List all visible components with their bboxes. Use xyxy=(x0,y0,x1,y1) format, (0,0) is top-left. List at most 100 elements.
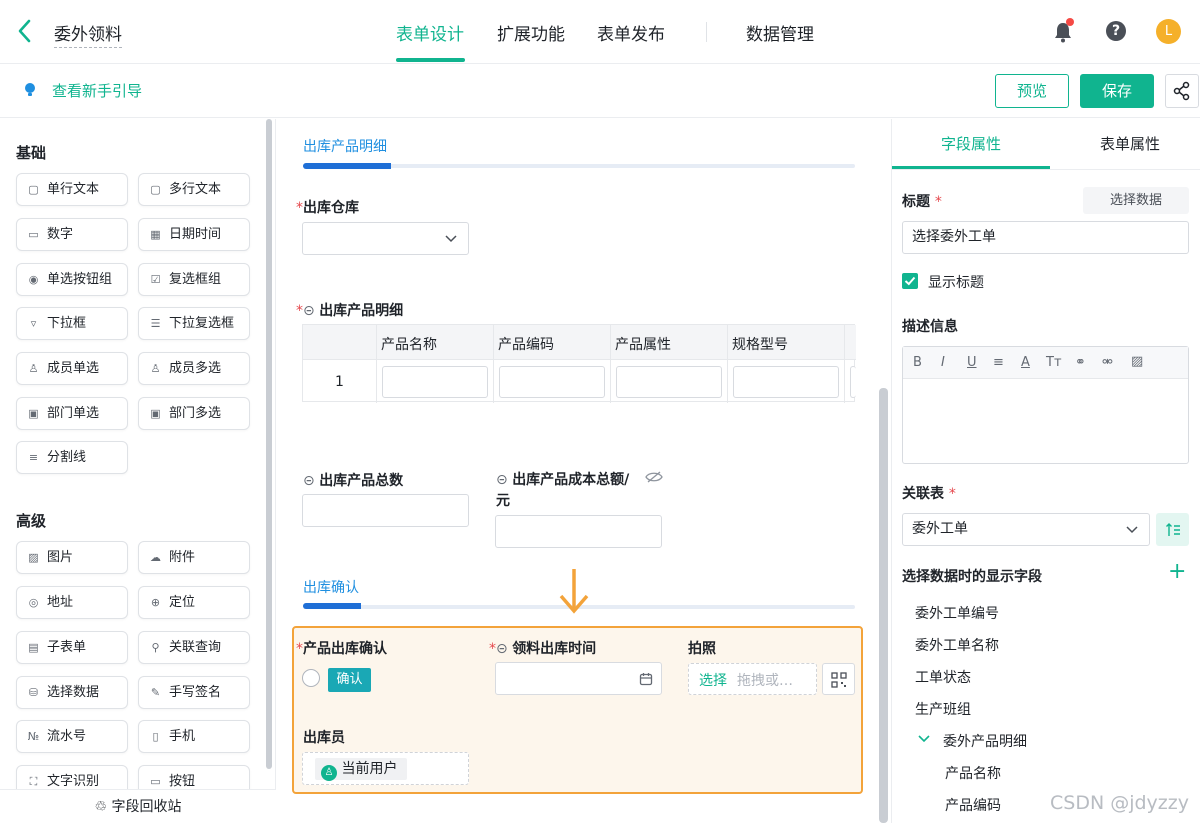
sort-fields-button[interactable] xyxy=(1156,513,1189,546)
control-member-multi[interactable]: ♙ 成员多选 xyxy=(138,352,250,385)
total-qty-input[interactable] xyxy=(302,494,469,527)
display-subfield-item[interactable]: 产品名称 xyxy=(945,763,1001,783)
field-label-total-cost[interactable]: ⊝ 出库产品成本总额/元 xyxy=(496,470,631,512)
photo-upload-zone[interactable]: 选择 拖拽或… xyxy=(688,663,817,695)
app-name[interactable]: 委外领料 xyxy=(54,20,122,48)
control-address[interactable]: ◎ 地址 xyxy=(16,586,128,619)
tab-form-publish[interactable]: 表单发布 xyxy=(597,20,665,45)
field-recycle-bin-button[interactable]: ♲ 字段回收站 xyxy=(0,789,276,823)
display-subfield-item[interactable]: 产品编码 xyxy=(945,795,1001,815)
control-dropdown-multi[interactable]: ☰ 下拉复选框 xyxy=(138,307,250,340)
beginner-guide-link[interactable]: 查看新手引导 xyxy=(52,80,142,101)
current-user-chip[interactable]: ♙ 当前用户 xyxy=(315,758,408,781)
control-divider[interactable]: ≡ 分割线 xyxy=(16,441,128,474)
share-icon xyxy=(1173,81,1190,101)
control-multi-line-text[interactable]: ▢ 多行文本 xyxy=(138,173,250,206)
tab-form-properties[interactable]: 表单属性 xyxy=(1100,133,1160,154)
avatar[interactable]: L xyxy=(1156,19,1181,44)
save-button[interactable]: 保存 xyxy=(1080,74,1154,108)
warehouse-select[interactable] xyxy=(302,222,469,255)
control-subform[interactable]: ▤ 子表单 xyxy=(16,631,128,664)
field-label-product-detail-table[interactable]: *⊝ 出库产品明细 xyxy=(296,300,403,320)
link-icon[interactable]: ⚭ xyxy=(1075,355,1086,370)
field-label-outbound-time[interactable]: *⊝ 领料出库时间 xyxy=(489,638,596,658)
field-label-photo[interactable]: 拍照 xyxy=(688,638,716,658)
preview-button[interactable]: 预览 xyxy=(995,74,1069,108)
display-field-item[interactable]: 工单状态 xyxy=(915,667,971,687)
qr-scan-button[interactable] xyxy=(822,663,855,695)
control-related-query[interactable]: ⚲ 关联查询 xyxy=(138,631,250,664)
confirm-tag[interactable]: 确认 xyxy=(328,668,371,692)
control-dept-multi[interactable]: ▣ 部门多选 xyxy=(138,397,250,430)
control-dropdown[interactable]: ▿ 下拉框 xyxy=(16,307,128,340)
field-label-total-qty[interactable]: ⊝ 出库产品总数 xyxy=(303,470,403,490)
select-data-button[interactable]: 选择数据 xyxy=(1083,187,1189,214)
control-select-data[interactable]: ⛁ 选择数据 xyxy=(16,676,128,709)
font-color-icon[interactable]: A xyxy=(1021,355,1030,370)
display-field-item[interactable]: 委外工单编号 xyxy=(915,603,999,623)
cell-input-next[interactable] xyxy=(850,366,856,398)
description-editor[interactable]: B I U ≡ A Tт ⚭ ⚮ ▨ xyxy=(902,346,1189,464)
control-single-line-text[interactable]: ▢ 单行文本 xyxy=(16,173,128,206)
tab-extensions[interactable]: 扩展功能 xyxy=(497,20,565,45)
field-label-operator[interactable]: 出库员 xyxy=(303,727,345,747)
align-icon[interactable]: ≡ xyxy=(993,355,1004,370)
tab-form-design[interactable]: 表单设计 xyxy=(396,20,464,45)
confirm-radio[interactable] xyxy=(302,669,320,687)
control-dept-single[interactable]: ▣ 部门单选 xyxy=(16,397,128,430)
display-field-group[interactable]: 委外产品明细 xyxy=(943,731,1027,751)
related-table-select[interactable]: 委外工单 xyxy=(902,513,1150,546)
control-number[interactable]: ▭ 数字 xyxy=(16,218,128,251)
sort-icon xyxy=(1166,523,1180,536)
unlink-icon[interactable]: ⚮ xyxy=(1102,355,1113,370)
tab-divider xyxy=(892,169,1200,170)
table-row-index: 1 xyxy=(335,374,344,390)
italic-icon[interactable]: I xyxy=(941,355,945,370)
textarea-icon: ▢ xyxy=(150,183,161,196)
control-datetime[interactable]: ▦ 日期时间 xyxy=(138,218,250,251)
total-cost-input[interactable] xyxy=(495,515,662,548)
cell-input-product-attr[interactable] xyxy=(616,366,722,398)
underline-icon[interactable]: U xyxy=(967,355,977,370)
display-field-item[interactable]: 委外工单名称 xyxy=(915,635,999,655)
control-radio-group[interactable]: ◉ 单选按钮组 xyxy=(16,263,128,296)
control-checkbox-group[interactable]: ☑ 复选框组 xyxy=(138,263,250,296)
insert-image-icon[interactable]: ▨ xyxy=(1131,354,1143,369)
control-member-single[interactable]: ♙ 成员单选 xyxy=(16,352,128,385)
cell-input-product-code[interactable] xyxy=(499,366,605,398)
user-avatar-icon: ♙ xyxy=(321,765,337,781)
chevron-down-icon[interactable] xyxy=(917,733,931,745)
section-title-confirm[interactable]: 出库确认 xyxy=(303,577,359,597)
product-detail-table: 产品名称 产品编码 产品属性 规格型号 1 xyxy=(302,324,856,403)
cell-input-product-name[interactable] xyxy=(382,366,488,398)
control-phone[interactable]: ▯ 手机 xyxy=(138,720,250,753)
outbound-time-input[interactable] xyxy=(495,662,662,695)
font-size-icon[interactable]: Tт xyxy=(1046,355,1062,370)
control-attachment[interactable]: ☁ 附件 xyxy=(138,541,250,574)
show-title-checkbox[interactable] xyxy=(902,273,918,289)
eye-hidden-icon[interactable] xyxy=(645,470,663,484)
add-field-icon[interactable]: + xyxy=(1168,560,1186,584)
field-label-warehouse[interactable]: *出库仓库 xyxy=(296,197,359,217)
canvas-scrollbar[interactable] xyxy=(879,388,888,823)
section-title-product-detail[interactable]: 出库产品明细 xyxy=(303,136,387,156)
bold-icon[interactable]: B xyxy=(913,355,922,370)
list-icon: ☰ xyxy=(150,317,161,330)
control-image[interactable]: ▨ 图片 xyxy=(16,541,128,574)
help-icon[interactable]: ? xyxy=(1106,21,1126,41)
title-input[interactable]: 选择委外工单 xyxy=(902,221,1189,254)
show-title-label[interactable]: 显示标题 xyxy=(928,272,984,292)
control-serial-number[interactable]: № 流水号 xyxy=(16,720,128,753)
field-label-confirm[interactable]: *产品出库确认 xyxy=(296,638,387,658)
share-button[interactable] xyxy=(1165,74,1199,108)
operator-field[interactable]: ♙ 当前用户 xyxy=(302,752,469,785)
back-arrow-icon[interactable] xyxy=(14,16,40,46)
tab-field-properties[interactable]: 字段属性 xyxy=(941,133,1001,154)
photo-select-link[interactable]: 选择 xyxy=(699,670,727,690)
display-field-item[interactable]: 生产班组 xyxy=(915,699,971,719)
tab-data-management[interactable]: 数据管理 xyxy=(746,20,814,45)
control-signature[interactable]: ✎ 手写签名 xyxy=(138,676,250,709)
left-scrollbar[interactable] xyxy=(266,119,272,769)
cell-input-spec[interactable] xyxy=(733,366,839,398)
control-location[interactable]: ⊕ 定位 xyxy=(138,586,250,619)
